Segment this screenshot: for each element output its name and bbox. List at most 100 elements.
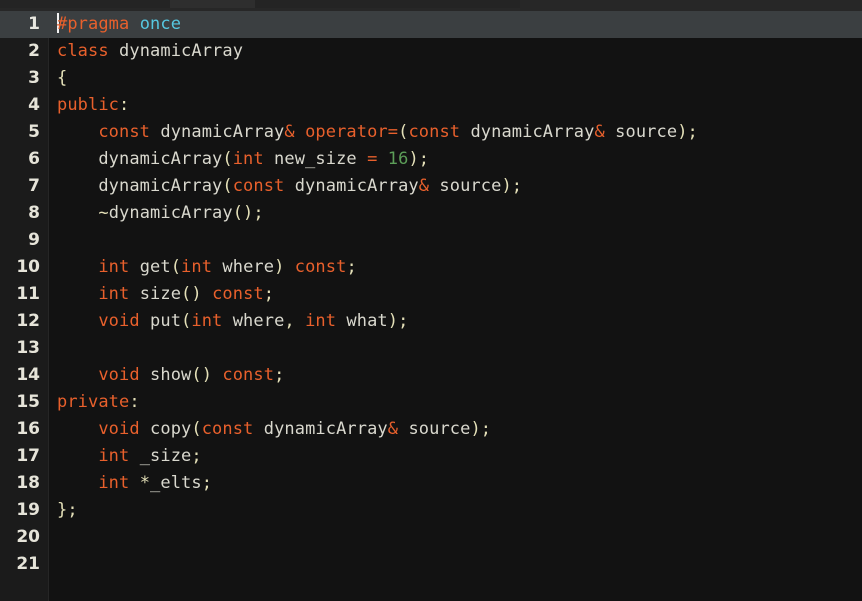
- code-line-text[interactable]: {: [48, 65, 862, 92]
- code-token-kw: const: [408, 122, 461, 142]
- code-line[interactable]: 2 class dynamicArray: [0, 38, 862, 65]
- code-line-text[interactable]: void put(int where, int what);: [48, 308, 862, 335]
- code-token-id: dynamicArray: [57, 176, 223, 196]
- line-number[interactable]: 18: [0, 470, 48, 497]
- line-number[interactable]: 15: [0, 389, 48, 416]
- code-line-text[interactable]: const dynamicArray& operator=(const dyna…: [48, 119, 862, 146]
- code-token-kw: const: [294, 257, 347, 277]
- code-line[interactable]: 15 private:: [0, 389, 862, 416]
- code-token-kw: const: [222, 365, 275, 385]
- code-line[interactable]: 7 dynamicArray(const dynamicArray& sourc…: [0, 173, 862, 200]
- code-token-op: &: [594, 122, 605, 142]
- code-token-pun: (: [222, 149, 233, 169]
- code-line[interactable]: 5 const dynamicArray& operator=(const dy…: [0, 119, 862, 146]
- code-token-pun: :: [119, 95, 130, 115]
- code-token-pun: );: [501, 176, 523, 196]
- code-token-op: &: [284, 122, 295, 142]
- code-token-kw: void: [98, 311, 140, 331]
- code-token-kw: class: [57, 41, 109, 61]
- code-line-text[interactable]: void copy(const dynamicArray& source);: [48, 416, 862, 443]
- code-line-text[interactable]: #pragma once: [48, 11, 862, 38]
- code-token-id: dynamicArray: [150, 122, 285, 142]
- line-number[interactable]: 6: [0, 146, 48, 173]
- code-line[interactable]: 11 int size() const;: [0, 281, 862, 308]
- code-token-id: [57, 446, 98, 466]
- code-line-text[interactable]: class dynamicArray: [48, 38, 862, 65]
- code-line[interactable]: 21: [0, 551, 862, 578]
- code-token-id: show: [139, 365, 192, 385]
- line-number[interactable]: 7: [0, 173, 48, 200]
- code-line-text[interactable]: void show() const;: [48, 362, 862, 389]
- line-number[interactable]: 10: [0, 254, 48, 281]
- code-line-text[interactable]: private:: [48, 389, 862, 416]
- line-number[interactable]: 11: [0, 281, 48, 308]
- code-token-id: source: [398, 419, 471, 439]
- line-number[interactable]: 1: [0, 11, 48, 38]
- line-number[interactable]: 5: [0, 119, 48, 146]
- code-token-id: [57, 419, 98, 439]
- code-token-pun: (: [191, 419, 202, 439]
- code-token-pun: );: [387, 311, 409, 331]
- line-number[interactable]: 2: [0, 38, 48, 65]
- code-line-text[interactable]: dynamicArray(const dynamicArray& source)…: [48, 173, 862, 200]
- code-line[interactable]: 4 public:: [0, 92, 862, 119]
- editor-surface[interactable]: 1 #pragma once 2 class dynamicArray 3{4 publi…: [0, 11, 862, 601]
- code-token-kw: int: [98, 446, 130, 466]
- line-number[interactable]: 14: [0, 362, 48, 389]
- line-number[interactable]: 20: [0, 524, 48, 551]
- line-number[interactable]: 8: [0, 200, 48, 227]
- code-line-text[interactable]: [48, 551, 862, 578]
- line-number[interactable]: 19: [0, 497, 48, 524]
- line-number[interactable]: 4: [0, 92, 48, 119]
- code-token-kw: const: [212, 284, 264, 304]
- editor-tab-strip[interactable]: [0, 0, 862, 11]
- code-line[interactable]: 12 void put(int where, int what);: [0, 308, 862, 335]
- code-line[interactable]: 14 void show() const;: [0, 362, 862, 389]
- code-line-text[interactable]: [48, 335, 862, 362]
- code-line-text[interactable]: [48, 524, 862, 551]
- code-line[interactable]: 9: [0, 227, 862, 254]
- code-line-text[interactable]: int *_elts;: [48, 470, 862, 497]
- code-line-text[interactable]: public:: [48, 92, 862, 119]
- code-line-text[interactable]: [48, 227, 862, 254]
- line-number[interactable]: 21: [0, 551, 48, 578]
- code-line-text[interactable]: };: [48, 497, 862, 524]
- code-line[interactable]: 17 int _size;: [0, 443, 862, 470]
- code-lines[interactable]: 1 #pragma once 2 class dynamicArray 3{4 publi…: [0, 11, 862, 578]
- line-number[interactable]: 17: [0, 443, 48, 470]
- code-token-id: [57, 203, 98, 223]
- line-number[interactable]: 9: [0, 227, 48, 254]
- code-line-text[interactable]: int _size;: [48, 443, 862, 470]
- code-line-text[interactable]: int get(int where) const;: [48, 254, 862, 281]
- code-token-kw: const: [232, 176, 285, 196]
- code-line[interactable]: 16 void copy(const dynamicArray& source)…: [0, 416, 862, 443]
- code-token-pun: (: [398, 122, 409, 142]
- code-token-pun: ,: [284, 311, 306, 331]
- code-line-text[interactable]: dynamicArray(int new_size = 16);: [48, 146, 862, 173]
- code-line[interactable]: 18 int *_elts;: [0, 470, 862, 497]
- line-number[interactable]: 13: [0, 335, 48, 362]
- code-line[interactable]: 1 #pragma once: [0, 11, 862, 38]
- code-token-pun: );: [408, 149, 430, 169]
- code-line[interactable]: 3{: [0, 65, 862, 92]
- code-line[interactable]: 6 dynamicArray(int new_size = 16);: [0, 146, 862, 173]
- line-number[interactable]: 3: [0, 65, 48, 92]
- code-line[interactable]: 20: [0, 524, 862, 551]
- code-token-kw: int: [98, 473, 130, 493]
- code-token-pun: (): [191, 365, 213, 385]
- code-line-text[interactable]: int size() const;: [48, 281, 862, 308]
- code-token-pun: ): [274, 257, 285, 277]
- code-token-id: dynamicArray: [284, 176, 419, 196]
- code-editor-window: 1 #pragma once 2 class dynamicArray 3{4 publi…: [0, 0, 862, 601]
- code-line[interactable]: 10 int get(int where) const;: [0, 254, 862, 281]
- line-number[interactable]: 16: [0, 416, 48, 443]
- code-token-id: [377, 149, 387, 169]
- code-line[interactable]: 19};: [0, 497, 862, 524]
- code-token-id: [57, 473, 98, 493]
- line-number[interactable]: 12: [0, 308, 48, 335]
- code-line-text[interactable]: ~dynamicArray();: [48, 200, 862, 227]
- code-line[interactable]: 8 ~dynamicArray();: [0, 200, 862, 227]
- code-token-pp: once: [139, 14, 182, 34]
- code-token-kw: void: [98, 419, 140, 439]
- code-line[interactable]: 13: [0, 335, 862, 362]
